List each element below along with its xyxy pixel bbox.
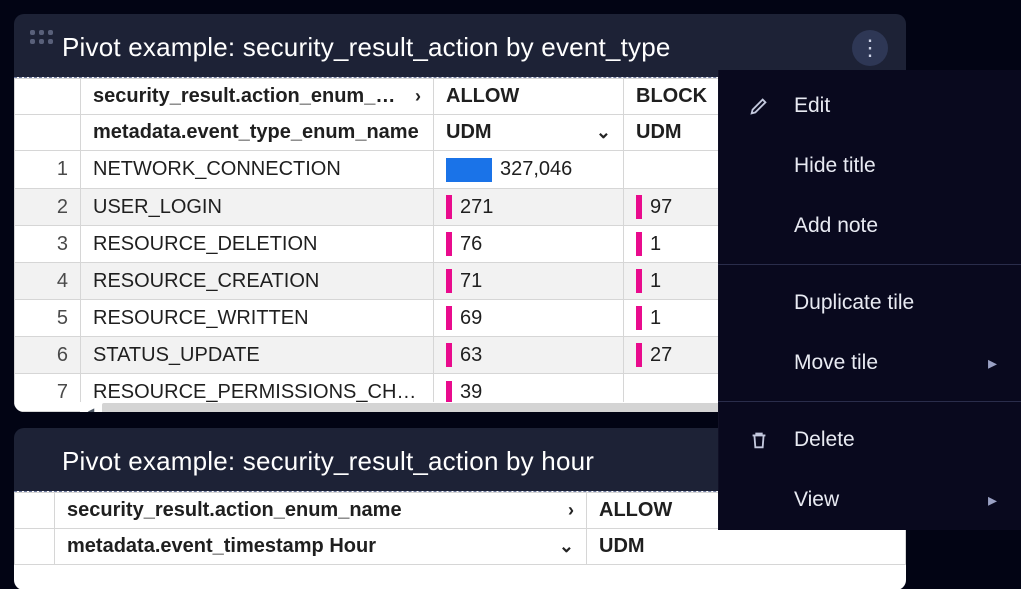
column-allow[interactable]: ALLOW [434, 79, 624, 115]
header-timestamp-hour[interactable]: metadata.event_timestamp Hour ⌄ [55, 529, 587, 565]
menu-item-delete[interactable]: Delete [718, 410, 1021, 470]
menu-label: Hide title [794, 154, 997, 178]
submenu-caret-icon: ▸ [988, 490, 997, 511]
header-label: ALLOW [599, 499, 672, 521]
event-type-cell: NETWORK_CONNECTION [81, 151, 434, 189]
tile-title: Pivot example: security_result_action by… [62, 32, 671, 62]
menu-item-view[interactable]: View ▸ [718, 470, 1021, 530]
tile-options-button[interactable]: ⋮ [852, 30, 888, 66]
header-label: UDM [636, 121, 682, 143]
row-number: 5 [15, 300, 81, 337]
value-text: 63 [460, 344, 482, 367]
value-bar [636, 306, 642, 330]
menu-item-add-note[interactable]: Add note [718, 196, 1021, 256]
pencil-icon [746, 95, 772, 117]
header-action-enum[interactable]: security_result.action_enum_name › [55, 493, 587, 529]
menu-item-move[interactable]: Move tile ▸ [718, 333, 1021, 393]
allow-value-cell: 71 [434, 263, 624, 300]
event-type-cell: RESOURCE_WRITTEN [81, 300, 434, 337]
header-event-type[interactable]: metadata.event_type_enum_name [81, 115, 434, 151]
menu-item-duplicate[interactable]: Duplicate tile [718, 273, 1021, 333]
header-label: UDM [446, 121, 492, 144]
value-text: 1 [650, 233, 661, 256]
event-type-cell: USER_LOGIN [81, 189, 434, 226]
header-action-enum[interactable]: security_result.action_enum_name › [81, 79, 434, 115]
menu-label: Edit [794, 94, 997, 118]
value-text: 69 [460, 307, 482, 330]
value-text: 1 [650, 270, 661, 293]
row-number: 7 [15, 374, 81, 412]
value-bar [636, 232, 642, 256]
allow-value-cell: 271 [434, 189, 624, 226]
value-bar [446, 343, 452, 367]
value-bar [446, 232, 452, 256]
menu-separator [718, 401, 1021, 402]
header-label: UDM [599, 535, 645, 557]
allow-value-cell: 63 [434, 337, 624, 374]
submenu-caret-icon: ▸ [988, 353, 997, 374]
subheader-allow[interactable]: UDM ⌄ [434, 115, 624, 151]
event-type-cell: RESOURCE_DELETION [81, 226, 434, 263]
chevron-down-icon: ⌄ [559, 536, 574, 557]
tile-title: Pivot example: security_result_action by… [62, 446, 594, 476]
chevron-right-icon: › [415, 86, 421, 107]
event-type-cell: STATUS_UPDATE [81, 337, 434, 374]
value-bar [446, 306, 452, 330]
menu-label: Move tile [794, 351, 966, 375]
header-blank [15, 79, 81, 115]
value-bar [636, 195, 642, 219]
value-bar [636, 269, 642, 293]
header-blank [15, 493, 55, 529]
allow-value-cell: 327,046 [434, 151, 624, 189]
value-text: 271 [460, 196, 493, 219]
allow-value-cell: 69 [434, 300, 624, 337]
header-blank [15, 529, 55, 565]
value-bar [446, 269, 452, 293]
value-bar [446, 158, 492, 182]
header-label: security_result.action_enum_name [93, 85, 407, 108]
menu-label: Delete [794, 428, 997, 452]
header-label: security_result.action_enum_name [67, 499, 402, 522]
menu-label: Duplicate tile [794, 291, 997, 315]
trash-icon [746, 429, 772, 451]
value-bar [446, 381, 452, 405]
scroll-left-icon[interactable]: ◂ [80, 402, 102, 412]
value-bar [636, 343, 642, 367]
value-bar [446, 195, 452, 219]
allow-value-cell: 76 [434, 226, 624, 263]
header-label: BLOCK [636, 85, 707, 107]
value-text: 97 [650, 196, 672, 219]
value-text: 1 [650, 307, 661, 330]
row-number: 3 [15, 226, 81, 263]
menu-separator [718, 264, 1021, 265]
header-blank [15, 115, 81, 151]
menu-label: Add note [794, 214, 997, 238]
row-number: 2 [15, 189, 81, 226]
value-text: 27 [650, 344, 672, 367]
chevron-right-icon: › [568, 500, 574, 521]
row-number: 1 [15, 151, 81, 189]
menu-item-hide-title[interactable]: Hide title [718, 136, 1021, 196]
menu-label: View [794, 488, 966, 512]
menu-item-edit[interactable]: Edit [718, 76, 1021, 136]
subheader-allow[interactable]: UDM [587, 529, 906, 565]
header-label: metadata.event_type_enum_name [93, 121, 419, 143]
chevron-down-icon: ⌄ [596, 122, 611, 143]
header-label: metadata.event_timestamp Hour [67, 535, 376, 558]
tile-context-menu: Edit Hide title Add note Duplicate tile … [718, 70, 1021, 530]
row-number: 4 [15, 263, 81, 300]
row-number: 6 [15, 337, 81, 374]
drag-handle-icon[interactable] [30, 30, 52, 52]
event-type-cell: RESOURCE_CREATION [81, 263, 434, 300]
value-text: 76 [460, 233, 482, 256]
header-label: ALLOW [446, 85, 519, 107]
value-text: 71 [460, 270, 482, 293]
tile-header: Pivot example: security_result_action by… [14, 14, 906, 77]
value-text: 39 [460, 381, 482, 404]
value-text: 327,046 [500, 158, 572, 181]
